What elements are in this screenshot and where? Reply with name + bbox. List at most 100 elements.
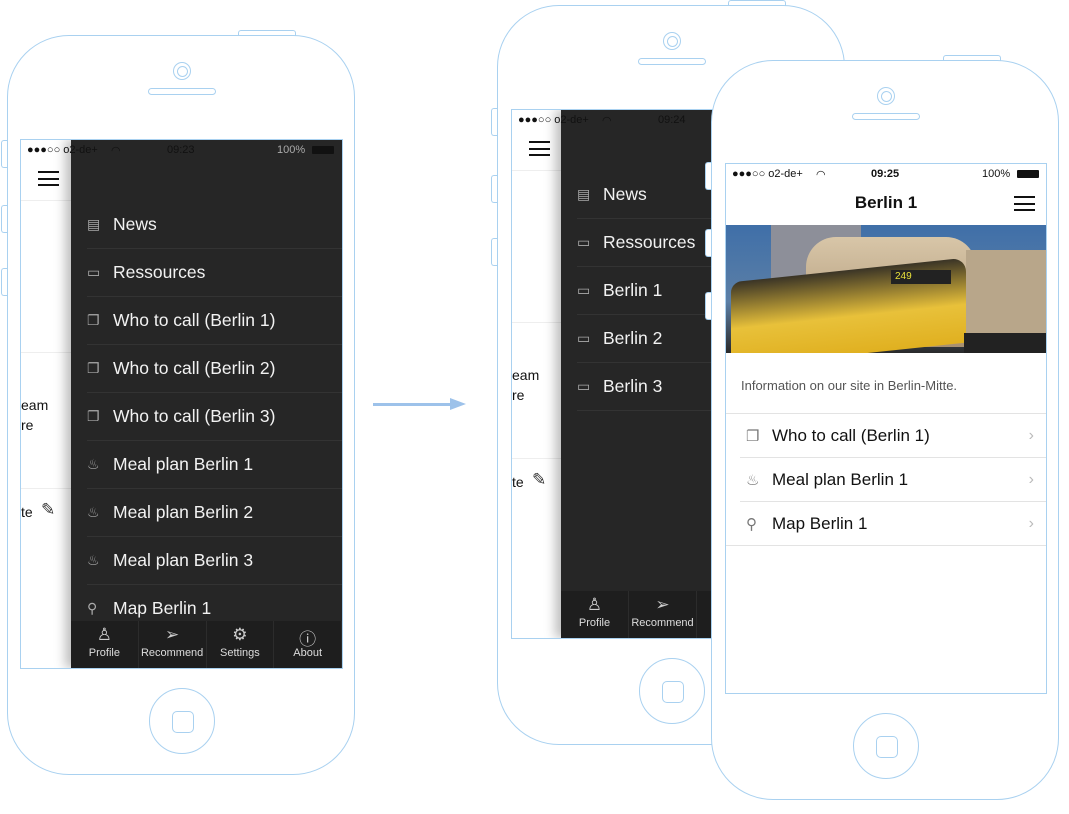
clock: 09:23 [167,144,195,156]
transition-arrow [373,403,455,406]
menu-item[interactable]: ♨ Meal plan Berlin 1 [87,441,342,489]
compose-icon[interactable]: ✎ [532,470,546,490]
document-icon: ❐ [87,360,100,376]
document-icon: ❐ [87,312,100,328]
gear-icon: ⚙ [232,625,248,644]
chevron-right-icon: › [1028,470,1034,488]
send-icon: ➢ [165,625,180,644]
partial-text: re [512,387,525,403]
document-icon: ❐ [746,427,760,445]
map-pin-icon: ⚲ [746,515,757,533]
speaker [148,88,216,95]
tab-about[interactable]: ⓘ About [274,621,342,668]
send-icon: ➢ [655,595,670,614]
speaker [852,113,920,120]
meal-icon: ♨ [87,504,100,520]
side-menu: ▤ News ▭ Ressources ❐ Who to call (Berlin 1) ❐… [71,140,342,668]
news-icon: ▤ [577,186,591,202]
menu-item[interactable]: ▤ News [87,201,342,249]
hamburger-menu-icon[interactable] [38,171,59,186]
chevron-right-icon: › [1028,514,1034,532]
tab-label: Profile [578,617,611,629]
tab-recommend[interactable]: ➢ Recommend [139,621,207,668]
partial-text: te [21,504,33,520]
home-button[interactable] [853,713,919,779]
compose-icon[interactable]: ✎ [41,500,55,520]
folder-icon: ▭ [577,234,591,250]
tab-profile[interactable]: ♙ Profile [561,591,629,638]
menu-item[interactable]: ❐ Who to call (Berlin 2) [87,345,342,393]
hamburger-menu-icon[interactable] [529,141,550,156]
menu-item[interactable]: ▭ Ressources [87,249,342,297]
menu-item-label: Meal plan Berlin 2 [113,502,254,522]
menu-item-label: News [113,214,157,234]
screen-menu-full: ●●●○○ o2-de+ ◠ 09:23 100% eam re te ✎ ▤ N… [20,139,343,669]
wifi-icon: ◠ [602,115,612,127]
speaker [638,58,706,65]
menu-item[interactable]: ♨ Meal plan Berlin 2 [87,489,342,537]
tab-label: Recommend [140,647,204,659]
profile-icon: ♙ [586,595,603,614]
tab-recommend[interactable]: ➢ Recommend [629,591,697,638]
menu-item-label: Meal plan Berlin 1 [113,454,254,474]
clock: 09:24 [658,114,686,126]
meal-icon: ♨ [746,471,760,489]
divider [512,458,561,459]
list-item-label: Who to call (Berlin 1) [772,425,930,445]
page-title: Berlin 1 [854,193,918,212]
menu-item-label: Berlin 3 [603,376,663,396]
divider [512,170,561,171]
menu-item-label: Who to call (Berlin 3) [113,406,276,426]
menu-item[interactable]: ♨ Meal plan Berlin 3 [87,537,342,585]
document-icon: ❐ [87,408,100,424]
divider [21,200,71,201]
battery-percent: 100% [982,168,1011,180]
news-icon: ▤ [87,216,101,232]
wifi-icon: ◠ [816,169,826,181]
hero-image-bus: 249 [726,225,1046,353]
divider [21,488,71,489]
partial-text: eam [21,397,49,413]
folder-icon: ▭ [577,378,591,394]
battery-icon [312,146,334,154]
carrier: ●●●○○ o2-de+ [518,114,589,126]
bus-sign: 249 [891,270,951,284]
folder-icon: ▭ [87,264,101,280]
tab-profile[interactable]: ♙ Profile [71,621,139,668]
menu-item[interactable]: ❐ Who to call (Berlin 1) [87,297,342,345]
meal-icon: ♨ [87,552,100,568]
menu-item-label: Who to call (Berlin 1) [113,310,276,330]
tab-settings[interactable]: ⚙ Settings [207,621,275,668]
menu-item-label: News [603,184,647,204]
hamburger-menu-icon[interactable] [1014,196,1035,211]
battery-percent: 100% [277,144,306,156]
home-button[interactable] [149,688,215,754]
status-bar: ●●●○○ o2-de+ ◠ 09:23 100% [21,140,342,160]
carrier: ●●●○○ o2-de+ [732,168,803,180]
tab-label: Profile [88,647,120,659]
tab-label: Recommend [631,617,694,629]
partial-text: re [21,417,34,433]
car [964,333,1046,353]
arrow-head [450,398,466,410]
camera [173,62,191,80]
menu-item-label: Who to call (Berlin 2) [113,358,276,378]
screen-berlin-1: ●●●○○ o2-de+ ◠ 09:25 100% Berlin 1 249 I… [725,163,1047,694]
menu-item[interactable]: ❐ Who to call (Berlin 3) [87,393,342,441]
partial-text: te [512,474,524,490]
home-button[interactable] [639,658,705,724]
battery-icon [1017,170,1039,178]
map-pin-icon: ⚲ [87,600,98,616]
profile-icon: ♙ [96,625,112,644]
list-item[interactable]: ⚲ Map Berlin 1 › [726,502,1046,546]
list-item-label: Meal plan Berlin 1 [772,469,909,489]
menu-item-label: Map Berlin 1 [113,598,212,618]
camera [663,32,681,50]
menu-item-label: Berlin 1 [603,280,663,300]
camera [877,87,895,105]
chevron-right-icon: › [1028,426,1034,444]
menu-item-label: Ressources [603,232,696,252]
info-icon: ⓘ [299,630,317,649]
list-item[interactable]: ❐ Who to call (Berlin 1) › [740,414,1046,458]
list-item[interactable]: ♨ Meal plan Berlin 1 › [740,458,1046,502]
